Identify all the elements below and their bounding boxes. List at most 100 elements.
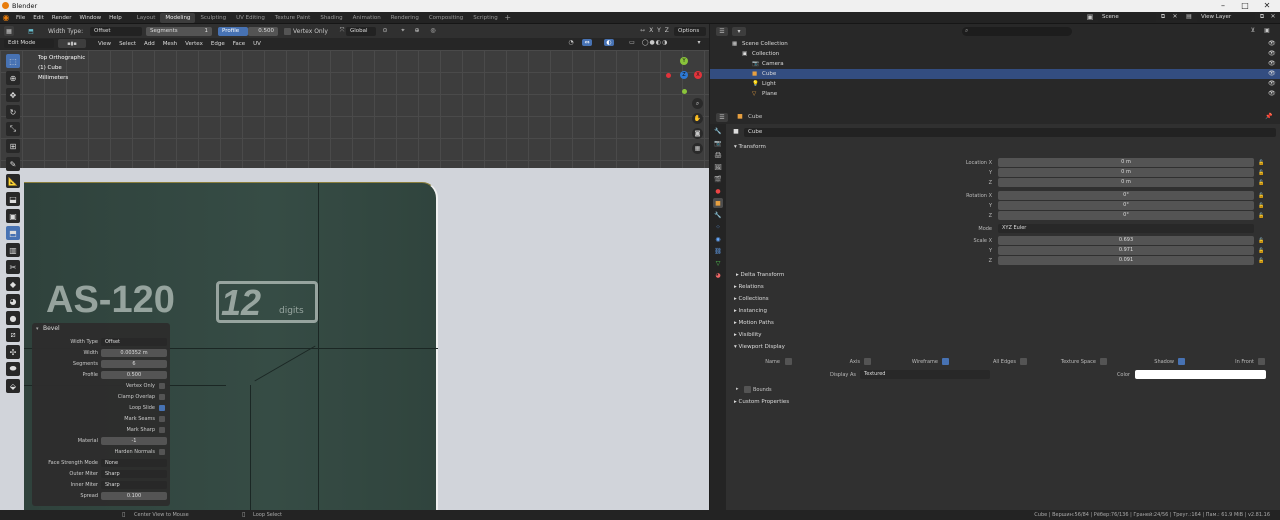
mirror-axes-icon[interactable]: ⇿ X Y Z	[640, 27, 670, 34]
scale-icon[interactable]: ⤡	[6, 122, 20, 136]
profile-label[interactable]: Profile	[218, 27, 248, 36]
lock-location-z-icon[interactable]: 🔓	[1258, 180, 1264, 186]
bevel-profile-field[interactable]: 0.500	[101, 371, 167, 379]
render-tab-icon[interactable]: 📷	[713, 138, 723, 148]
snap-icon[interactable]: ⌖	[398, 27, 408, 35]
shading-modes-icon[interactable]: ◯●◐◑	[640, 39, 670, 46]
collapse-triangle-icon[interactable]: ▾	[36, 326, 39, 332]
extrude-icon[interactable]: ⬓	[6, 192, 20, 206]
shadow-checkbox[interactable]	[1178, 358, 1185, 365]
visibility-icon[interactable]: ◔	[564, 39, 578, 46]
bevel-inner-miter-dropdown[interactable]: Sharp	[101, 481, 167, 489]
workspace-tab-rendering[interactable]: Rendering	[386, 13, 424, 23]
tool-tab-icon[interactable]: 🔧	[713, 126, 723, 136]
display-as-dropdown[interactable]: Textured	[860, 370, 990, 379]
viewport-menu-vertex[interactable]: Vertex	[181, 38, 207, 50]
scene-tab-icon[interactable]: 🎬	[713, 174, 723, 184]
scene-icon[interactable]: ▣	[1085, 13, 1095, 21]
object-name-field[interactable]: Cube	[744, 128, 1276, 137]
proportional-edit-icon[interactable]: ◎	[428, 27, 438, 34]
mode-dropdown[interactable]: Edit Mode	[4, 39, 54, 48]
inset-icon[interactable]: ▣	[6, 209, 20, 223]
scene-field[interactable]: Scene	[1098, 13, 1156, 22]
relations-section-header[interactable]: ▸ Relations	[734, 282, 1280, 293]
gizmo-icon[interactable]: ⇔	[582, 39, 592, 46]
new-view-layer-icon[interactable]: ⧉	[1257, 13, 1267, 21]
viewport-menu-view[interactable]: View	[94, 38, 115, 50]
color-swatch[interactable]	[1135, 370, 1266, 379]
gizmo-y-axis[interactable]: Y	[680, 57, 688, 65]
overlay-icon[interactable]: ◐	[604, 39, 614, 46]
workspace-tab-sculpting[interactable]: Sculpting	[195, 13, 231, 23]
knife-icon[interactable]: ✂	[6, 260, 20, 274]
gizmo-z-axis[interactable]: Z	[680, 71, 688, 79]
maximize-button[interactable]: □	[1234, 0, 1256, 12]
scale-z-field[interactable]: 0.091	[998, 256, 1254, 265]
motion-paths-section-header[interactable]: ▸ Motion Paths	[734, 318, 1280, 329]
visibility-eye-icon[interactable]: 👁	[1268, 39, 1276, 49]
measure-icon[interactable]: 📐	[6, 174, 20, 188]
location-z-field[interactable]: 0 m	[998, 178, 1254, 187]
bevel-material-field[interactable]: -1	[101, 437, 167, 445]
rotate-icon[interactable]: ↻	[6, 105, 20, 119]
filter-icon[interactable]: ⊻	[1248, 27, 1258, 34]
bevel-outer-miter-dropdown[interactable]: Sharp	[101, 470, 167, 478]
custom-properties-header[interactable]: ▸ Custom Properties	[734, 397, 1280, 408]
show-name-checkbox[interactable]	[785, 358, 792, 365]
all-edges-checkbox[interactable]	[1020, 358, 1027, 365]
menu-render[interactable]: Render	[48, 12, 76, 24]
pivot-icon[interactable]: ⊙	[380, 27, 390, 34]
shrink-fatten-icon[interactable]: ✣	[6, 345, 20, 359]
lock-scale-y-icon[interactable]: 🔓	[1258, 248, 1264, 254]
scale-x-field[interactable]: 0.693	[998, 236, 1254, 245]
transform-section-header[interactable]: ▾ Transform	[734, 142, 1280, 153]
rotation-z-field[interactable]: 0°	[998, 211, 1254, 220]
menu-file[interactable]: File	[12, 12, 29, 24]
orientation-icon[interactable]: ⤧	[338, 27, 346, 35]
zoom-icon[interactable]: ⌕	[692, 98, 703, 109]
show-wireframe-checkbox[interactable]	[942, 358, 949, 365]
properties-editor-type-icon[interactable]: ☰	[716, 113, 728, 122]
delete-view-layer-icon[interactable]: ✕	[1268, 13, 1278, 20]
view-layer-icon[interactable]: ▤	[1184, 13, 1194, 20]
rotation-mode-dropdown[interactable]: XYZ Euler	[998, 224, 1254, 233]
cursor-icon[interactable]: ⊕	[6, 71, 20, 85]
workspace-tab-texture-paint[interactable]: Texture Paint	[270, 13, 316, 23]
bevel-icon[interactable]: ⬒	[6, 226, 20, 240]
vertex-only-checkbox[interactable]	[284, 28, 291, 35]
width-type-dropdown[interactable]: Offset	[90, 27, 142, 36]
bevel-width-type-dropdown[interactable]: Offset	[101, 338, 167, 346]
bevel-spread-field[interactable]: 0.100	[101, 492, 167, 500]
workspace-tab-compositing[interactable]: Compositing	[424, 13, 468, 23]
output-tab-icon[interactable]: 🖨	[713, 150, 723, 160]
delete-scene-icon[interactable]: ✕	[1170, 13, 1180, 20]
viewport-menu-add[interactable]: Add	[140, 38, 159, 50]
constraints-tab-icon[interactable]: ⛓	[713, 246, 723, 256]
bevel-harden-normals-checkbox[interactable]	[159, 449, 165, 455]
in-front-checkbox[interactable]	[1258, 358, 1265, 365]
bevel-clamp-overlap-checkbox[interactable]	[159, 394, 165, 400]
select-mode-icon[interactable]: ▪▮▪	[58, 39, 86, 48]
xray-icon[interactable]: ▭	[626, 39, 638, 46]
menu-edit[interactable]: Edit	[29, 12, 48, 24]
view-layer-field[interactable]: View Layer	[1197, 13, 1255, 22]
bevel-vertex-only-checkbox[interactable]	[159, 383, 165, 389]
bevel-width-field[interactable]: 0.00352 m	[101, 349, 167, 357]
gizmo-x-axis[interactable]: X	[694, 71, 702, 79]
outliner-item-light[interactable]: 💡 Light 👁	[710, 79, 1280, 89]
new-collection-icon[interactable]: ▣	[1262, 27, 1272, 34]
viewport-menu-edge[interactable]: Edge	[207, 38, 229, 50]
lock-rotation-y-icon[interactable]: 🔓	[1258, 203, 1264, 209]
workspace-tab-layout[interactable]: Layout	[132, 13, 161, 23]
gizmo-neg-x-axis[interactable]	[666, 73, 671, 78]
smooth-icon[interactable]: ●	[6, 311, 20, 325]
shear-icon[interactable]: ⬬	[6, 362, 20, 376]
outliner-item-cube[interactable]: ■ Cube 👁	[710, 69, 1280, 79]
bevel-segments-field[interactable]: 6	[101, 360, 167, 368]
modifiers-tab-icon[interactable]: 🔧	[713, 210, 723, 220]
segments-field[interactable]: Segments 1	[146, 27, 212, 36]
shading-options-icon[interactable]: ▾	[694, 39, 704, 46]
rotation-y-field[interactable]: 0°	[998, 201, 1254, 210]
visibility-eye-icon[interactable]: 👁	[1268, 69, 1276, 79]
menu-help[interactable]: Help	[105, 12, 126, 24]
